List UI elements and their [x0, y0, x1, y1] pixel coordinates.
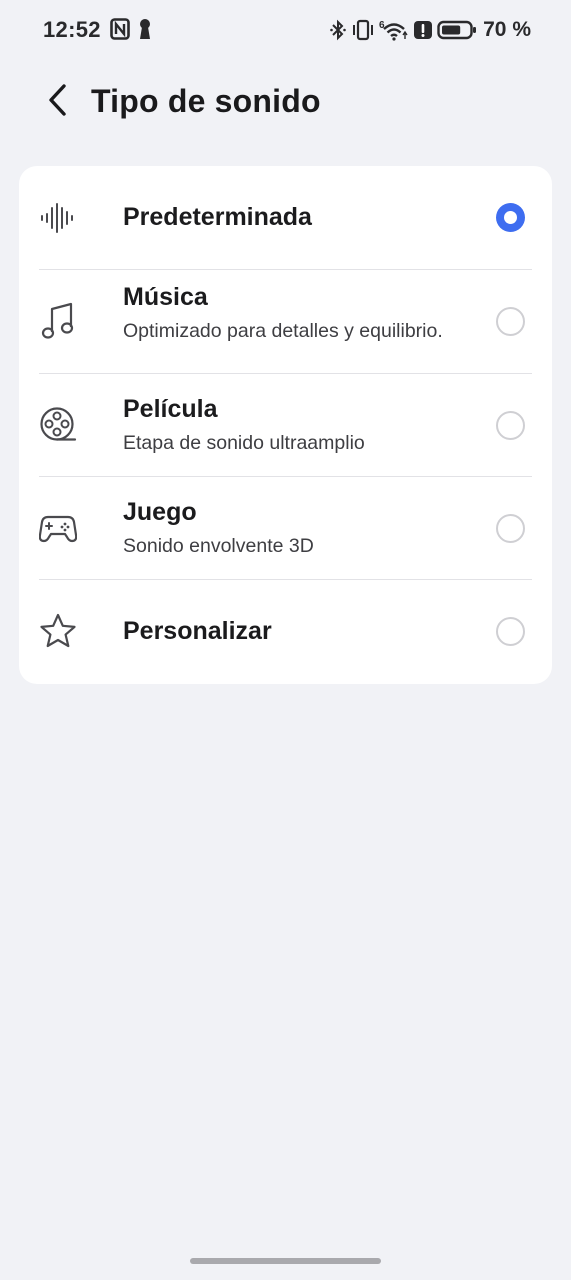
radio-personalizar[interactable]	[496, 617, 525, 646]
star-icon	[39, 612, 77, 650]
nfc-icon	[110, 18, 130, 40]
option-subtitle: Optimizado para detalles y equilibrio.	[123, 320, 443, 342]
battery-percent: 70 %	[483, 18, 531, 41]
music-note-icon	[39, 302, 77, 340]
back-button[interactable]	[38, 82, 78, 122]
keyhole-icon	[138, 18, 152, 40]
option-pelicula[interactable]: Película Etapa de sonido ultraamplio	[19, 374, 552, 477]
option-title: Personalizar	[123, 617, 272, 645]
radio-musica[interactable]	[496, 307, 525, 336]
option-title: Juego	[123, 498, 197, 526]
option-subtitle: Sonido envolvente 3D	[123, 535, 314, 557]
battery-icon	[437, 19, 477, 41]
header: Tipo de sonido	[0, 72, 571, 136]
soundwave-icon	[39, 199, 77, 237]
status-left-icons	[110, 18, 152, 40]
radio-predeterminada[interactable]	[496, 203, 525, 232]
alert-icon	[413, 19, 433, 41]
status-right-icons: 6 70 %	[329, 18, 531, 42]
radio-pelicula[interactable]	[496, 411, 525, 440]
vibrate-icon	[351, 19, 375, 41]
gamepad-icon	[39, 509, 77, 547]
bluetooth-icon	[329, 19, 347, 41]
status-bar: 12:52 6 70 %	[0, 0, 571, 62]
option-musica[interactable]: Música Optimizado para detalles y equili…	[19, 270, 552, 373]
chevron-left-icon	[47, 83, 69, 122]
option-title: Película	[123, 395, 218, 423]
option-title: Música	[123, 283, 208, 311]
status-time: 12:52	[43, 17, 101, 42]
sound-type-list: Predeterminada Música Optimizado para de…	[19, 166, 552, 684]
option-predeterminada[interactable]: Predeterminada	[19, 166, 552, 269]
page-title: Tipo de sonido	[91, 83, 321, 119]
film-reel-icon	[39, 406, 77, 444]
option-juego[interactable]: Juego Sonido envolvente 3D	[19, 477, 552, 580]
option-personalizar[interactable]: Personalizar	[19, 580, 552, 684]
radio-juego[interactable]	[496, 514, 525, 543]
wifi-6-icon: 6	[379, 19, 409, 41]
option-subtitle: Etapa de sonido ultraamplio	[123, 432, 365, 454]
option-title: Predeterminada	[123, 203, 312, 231]
gesture-nav-handle[interactable]	[190, 1258, 381, 1264]
svg-text:6: 6	[379, 20, 385, 31]
